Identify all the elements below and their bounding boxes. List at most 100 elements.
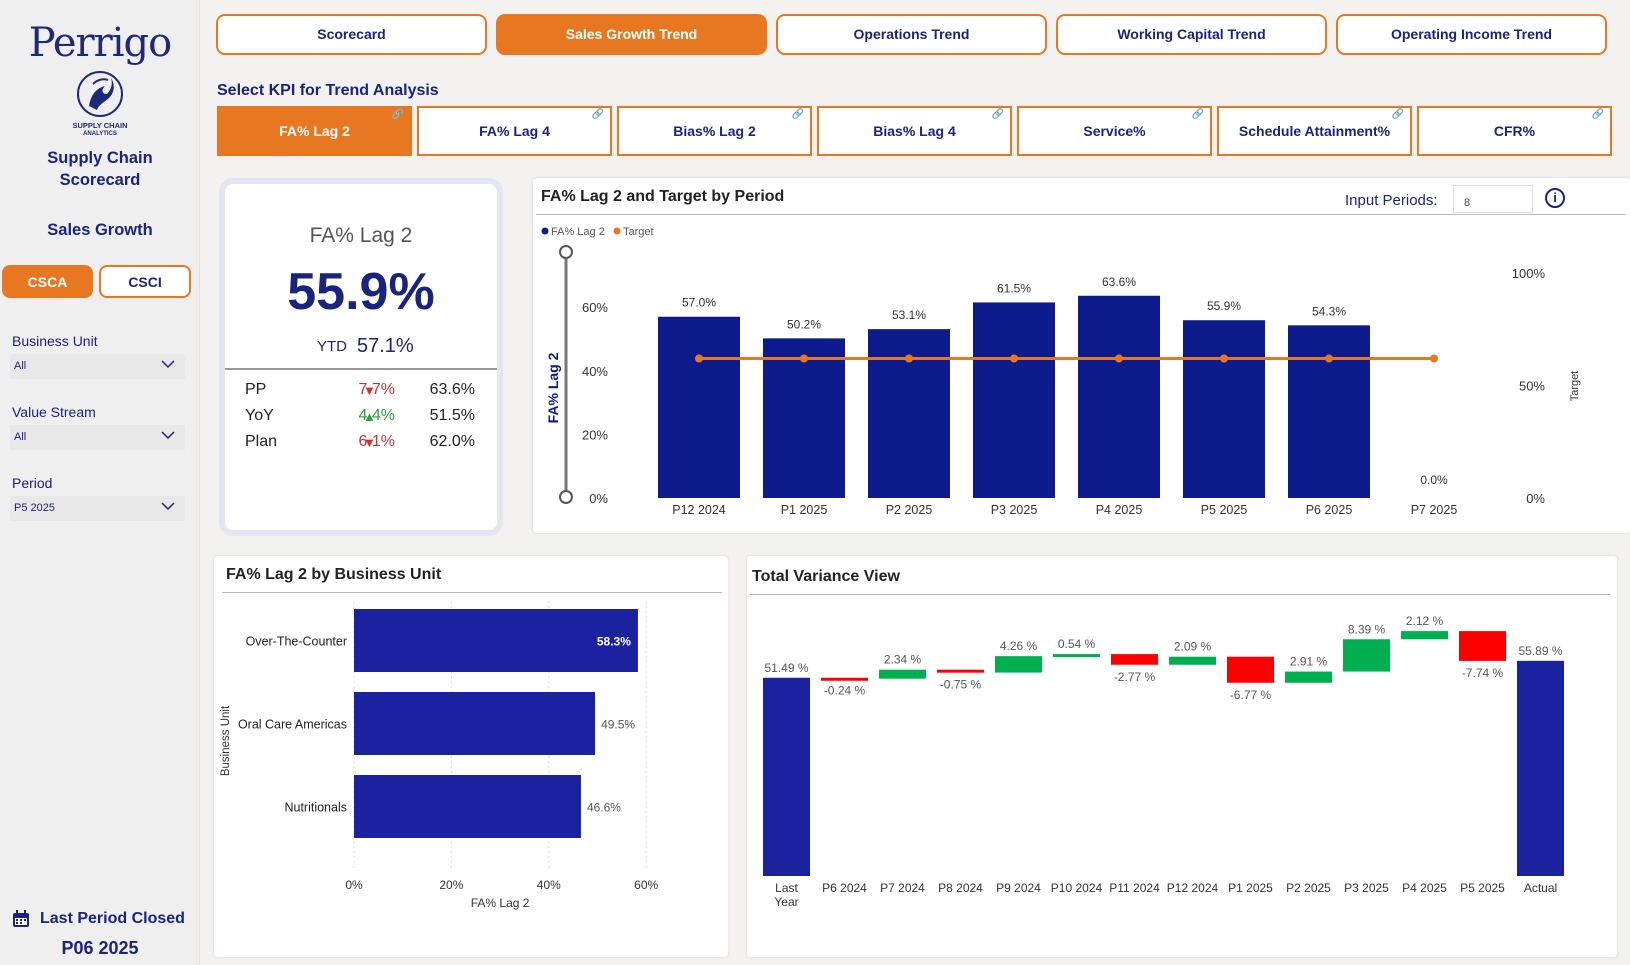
- csca-toggle-button[interactable]: CSCA: [2, 265, 93, 298]
- tab-scorecard[interactable]: Scorecard: [216, 14, 487, 55]
- link-icon: 🔗: [1191, 109, 1204, 120]
- input-periods-label: Input Periods:: [1345, 192, 1438, 209]
- bar-data-label: 55.9%: [1207, 299, 1241, 313]
- link-icon: 🔗: [591, 109, 604, 120]
- x-tick-label: P1 2025: [1228, 881, 1273, 895]
- link-icon: 🔗: [1391, 109, 1404, 120]
- y-tick-label: 0%: [589, 491, 608, 506]
- chevron-down-icon: [161, 431, 175, 440]
- x-tick-label: P4 2025: [1402, 881, 1447, 895]
- kpi-schedule-attainment-button[interactable]: Schedule Attainment% 🔗: [1217, 106, 1412, 156]
- kpi-bias-lag2-button[interactable]: Bias% Lag 2 🔗: [617, 106, 812, 156]
- comparison-delta: 7.7%: [358, 381, 395, 398]
- logo-sub-line2: ANALYTICS: [83, 131, 117, 137]
- x-tick-label: 40%: [537, 878, 561, 892]
- title-divider: [222, 592, 722, 593]
- kpi-cfr-button[interactable]: CFR% 🔗: [1417, 106, 1612, 156]
- x-tick-label: P7 2025: [1411, 503, 1458, 517]
- bar-data-label: 50.2%: [787, 317, 821, 331]
- bar-nutritionals: [354, 775, 581, 838]
- kpi-card-name: FA% Lag 2: [309, 224, 413, 247]
- business-unit-label: Business Unit: [12, 333, 98, 349]
- slider-handle-icon: [559, 490, 573, 504]
- x-tick-label: Year: [774, 895, 798, 909]
- tab-operations-trend[interactable]: Operations Trend: [776, 14, 1047, 55]
- waterfall-data-label: 55.89 %: [1518, 644, 1562, 658]
- target-point: [1430, 354, 1438, 363]
- business-unit-value: All: [14, 360, 27, 372]
- y-tick-label: 60%: [582, 300, 608, 315]
- target-point: [1010, 354, 1018, 363]
- waterfall-bar-p11-2024: [1111, 654, 1158, 665]
- x-tick-label: P1 2025: [781, 503, 828, 517]
- bar-p3-2025: [973, 302, 1055, 498]
- tab-sales-growth-trend[interactable]: Sales Growth Trend: [496, 14, 767, 55]
- y-tick-label: Over-The-Counter: [246, 635, 347, 649]
- info-icon[interactable]: i: [1545, 188, 1565, 208]
- value-stream-dropdown[interactable]: All: [10, 425, 185, 450]
- link-icon: 🔗: [791, 109, 804, 120]
- waterfall-bar-p10-2024: [1053, 654, 1100, 658]
- chevron-down-icon: [161, 502, 175, 511]
- waterfall-data-label: -7.74 %: [1462, 666, 1504, 680]
- bar-data-label: 54.3%: [1312, 304, 1346, 318]
- target-point: [1325, 354, 1333, 363]
- tab-working-capital-trend[interactable]: Working Capital Trend: [1056, 14, 1327, 55]
- kpi-service-button[interactable]: Service% 🔗: [1017, 106, 1212, 156]
- bar-data-label: 46.6%: [587, 801, 621, 815]
- bar-data-label: 0.0%: [1420, 473, 1448, 487]
- bar-p5-2025: [1183, 320, 1265, 498]
- y-axis-title: Business Unit: [220, 705, 232, 776]
- input-periods-field[interactable]: [1453, 185, 1533, 213]
- chevron-down-icon: [161, 360, 175, 369]
- waterfall-data-label: 2.34 %: [884, 653, 922, 667]
- y2-tick-label: 50%: [1519, 379, 1545, 394]
- csci-toggle-button[interactable]: CSCI: [99, 265, 191, 298]
- kpi-button-label: FA% Lag 4: [479, 123, 550, 139]
- ytd-label: YTD: [317, 338, 347, 355]
- link-icon: 🔗: [1591, 109, 1604, 120]
- y-tick-label: 40%: [582, 364, 608, 379]
- kpi-fa-lag4-button[interactable]: FA% Lag 4 🔗: [417, 106, 612, 156]
- business-unit-chart-card: FA% Lag 2 by Business Unit 0% 20% 40% 60% Ov…: [214, 556, 728, 957]
- waterfall-bar-p6-2024: [821, 677, 868, 681]
- waterfall-data-label: 8.39 %: [1348, 622, 1386, 636]
- comparison-row-yoy: YoY ▲ 4.4% 51.5%: [245, 407, 485, 431]
- x-tick-label: P12 2024: [1167, 881, 1219, 895]
- kpi-fa-lag2-button[interactable]: FA% Lag 2 🔗: [217, 106, 412, 156]
- y-axis-title: FA% Lag 2: [545, 352, 561, 423]
- x-tick-label: P7 2024: [880, 881, 925, 895]
- bu-chart-title: FA% Lag 2 by Business Unit: [226, 566, 442, 583]
- period-value: P5 2025: [14, 502, 55, 514]
- x-tick-label: P6 2024: [822, 881, 867, 895]
- bar-p2-2025: [868, 329, 950, 498]
- bu-chart: 0% 20% 40% 60% Over-The-Counter 58.3% Oral Car…: [220, 601, 659, 910]
- target-point: [695, 354, 703, 363]
- sidebar: Perrigo SUPPLY CHAIN ANALYTICS Supply Ch…: [0, 0, 200, 965]
- x-tick-label: P8 2024: [938, 881, 983, 895]
- logo-sub-line1: SUPPLY CHAIN: [72, 121, 128, 130]
- x-tick-label: P11 2024: [1109, 881, 1160, 895]
- last-period-label: Last Period Closed: [40, 910, 185, 927]
- bar-p6-2025: [1288, 325, 1370, 498]
- x-tick-label: P12 2024: [672, 503, 726, 517]
- bar-p4-2025: [1078, 295, 1160, 498]
- x-tick-label: P6 2025: [1306, 503, 1353, 517]
- bar-oral-care-americas: [354, 692, 596, 755]
- waterfall-data-label: 0.54 %: [1058, 637, 1096, 651]
- trend-chart: FA% Lag 2 Target FA% Lag 2 0% 20% 40% 60% 0% 50%…: [541, 226, 1581, 517]
- kpi-bias-lag4-button[interactable]: Bias% Lag 4 🔗: [817, 106, 1012, 156]
- logo-subtitle: SUPPLY CHAIN ANALYTICS: [0, 121, 200, 139]
- waterfall-bar-p2-2025: [1285, 671, 1332, 683]
- tab-operating-income-trend[interactable]: Operating Income Trend: [1336, 14, 1607, 55]
- waterfall-data-label: 4.26 %: [1000, 639, 1038, 653]
- target-point: [1115, 354, 1123, 363]
- variance-chart-title: Total Variance View: [752, 568, 900, 585]
- ytd-value: 57.1%: [357, 335, 414, 357]
- value-stream-value: All: [14, 431, 27, 443]
- kpi-button-label: Schedule Attainment%: [1238, 123, 1391, 139]
- business-unit-dropdown[interactable]: All: [10, 354, 185, 379]
- period-dropdown[interactable]: P5 2025: [10, 496, 185, 521]
- x-tick-label: 0%: [345, 878, 363, 892]
- value-stream-label: Value Stream: [12, 404, 96, 420]
